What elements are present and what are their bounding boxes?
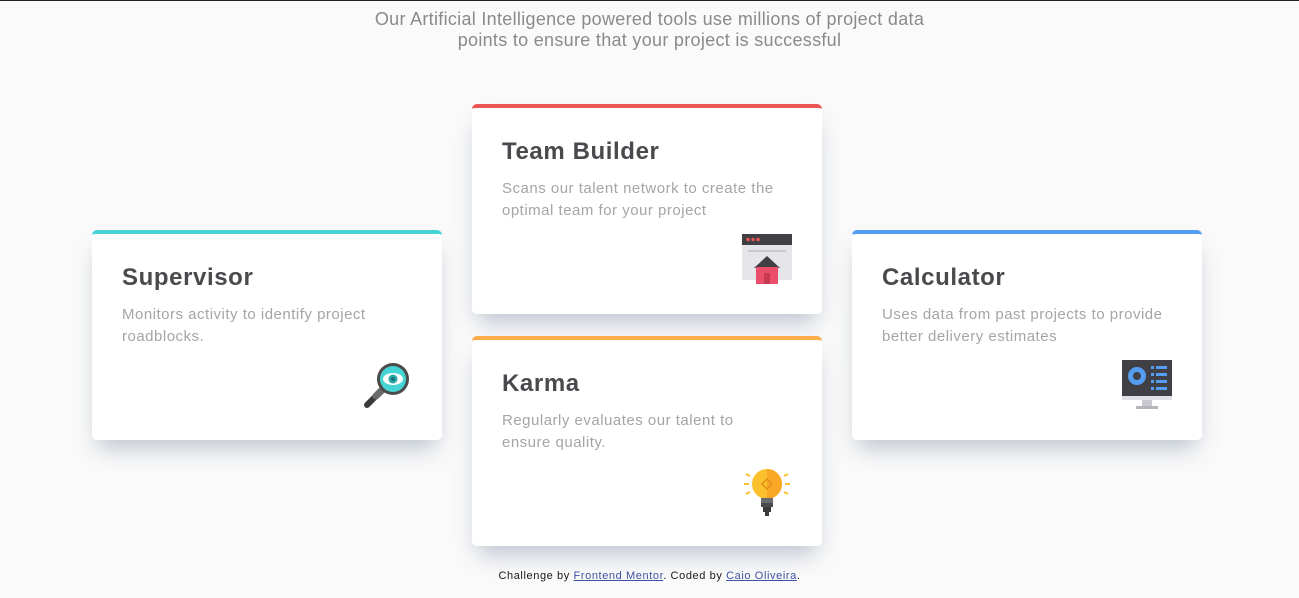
frontend-mentor-link[interactable]: Frontend Mentor (574, 570, 664, 582)
card-description: Scans our talent network to create the o… (502, 180, 774, 219)
card-description: Monitors activity to identify project ro… (122, 306, 366, 345)
card-team-builder: Team Builder Scans our talent network to… (472, 104, 822, 314)
card-calculator: Calculator Uses data from past projects … (852, 230, 1202, 440)
card-title: Supervisor (122, 264, 254, 291)
footer-middle: . Coded by (663, 570, 727, 582)
lightbulb-icon (744, 469, 790, 516)
attribution-footer: Challenge by Frontend Mentor. Coded by C… (0, 570, 1299, 582)
author-link[interactable]: Caio Oliveira (726, 570, 797, 582)
card-title: Calculator (882, 264, 1006, 291)
card-title: Team Builder (502, 138, 660, 165)
intro-line-1: Our Artificial Intelligence powered tool… (374, 9, 925, 29)
card-description: Regularly evaluates our talent to ensure… (502, 412, 734, 451)
monitor-dashboard-icon (1122, 360, 1172, 409)
browser-house-icon (742, 234, 792, 284)
intro-line-2: points to ensure that your project is su… (457, 30, 842, 50)
card-karma: Karma Regularly evaluates our talent to … (472, 336, 822, 546)
intro-text: Our Artificial Intelligence powered tool… (0, 9, 1299, 51)
footer-prefix: Challenge by (498, 570, 574, 582)
footer-suffix: . (796, 570, 801, 582)
card-description: Uses data from past projects to provide … (882, 306, 1163, 345)
magnifier-eye-icon (364, 363, 409, 408)
card-supervisor: Supervisor Monitors activity to identify… (92, 230, 442, 440)
card-title: Karma (502, 370, 580, 397)
